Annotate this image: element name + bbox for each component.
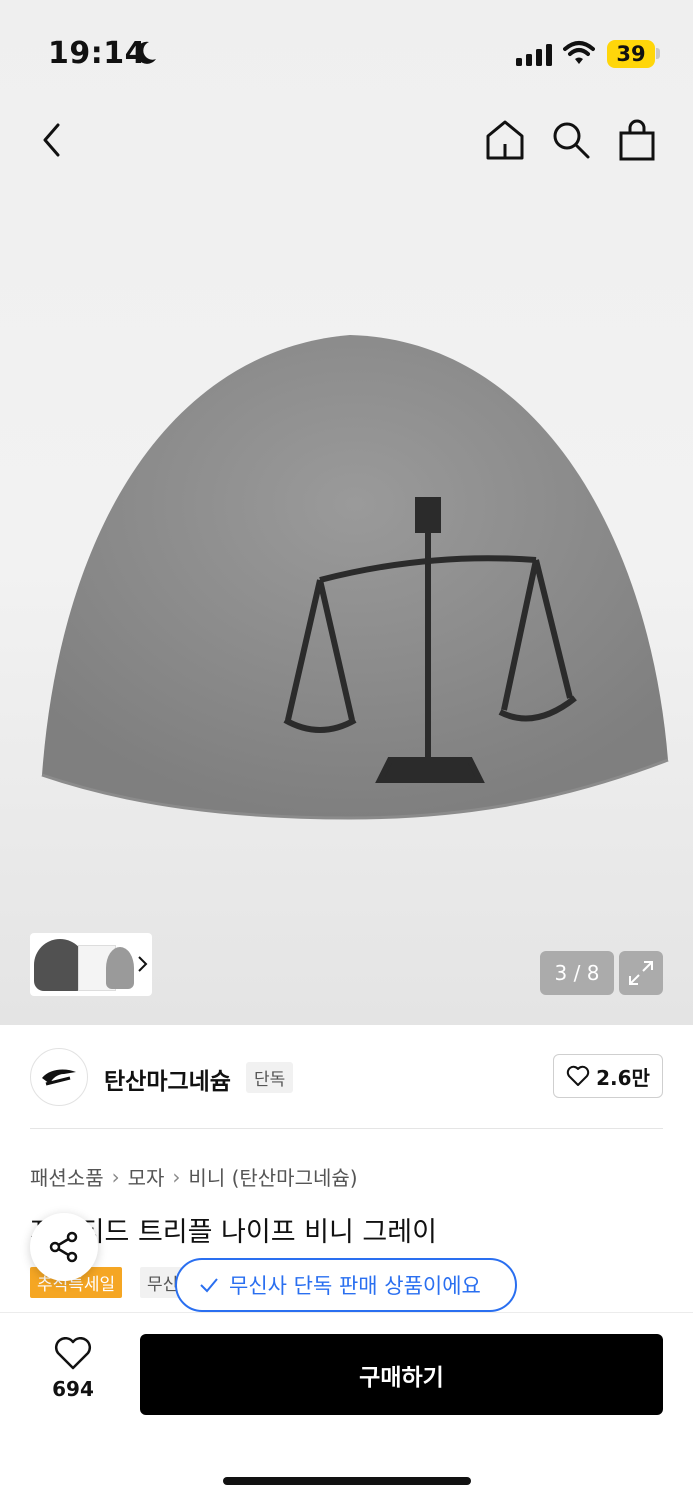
breadcrumb-separator-icon: › <box>172 1164 181 1189</box>
wifi-icon <box>563 41 595 64</box>
brand-logo-mark <box>42 1069 76 1086</box>
breadcrumb-item[interactable]: 모자 <box>128 1162 165 1191</box>
wishlist-count: 694 <box>52 1377 94 1401</box>
chevron-right-icon <box>138 956 148 972</box>
search-icon <box>553 122 590 159</box>
breadcrumb-separator-icon: › <box>111 1164 120 1189</box>
share-icon <box>49 1231 78 1263</box>
signal-icon <box>516 44 552 66</box>
thumbnail-next-button[interactable] <box>130 949 154 979</box>
status-bar: 19:14 39 <box>0 0 693 100</box>
brand-like-count: 2.6만 <box>596 1065 650 1090</box>
shopping-bag-icon <box>619 119 655 161</box>
battery-cap <box>656 48 660 59</box>
image-page-indicator: 3 / 8 <box>540 951 614 995</box>
heart-icon <box>566 1065 590 1086</box>
share-button[interactable] <box>30 1213 98 1281</box>
battery-level: 39 <box>607 40 655 68</box>
brand-logo[interactable] <box>30 1048 88 1106</box>
chevron-left-icon <box>43 123 60 157</box>
moon-icon <box>135 41 156 64</box>
toast-message: 무신사 단독 판매 상품이에요 <box>229 1274 481 1298</box>
product-image <box>41 335 669 820</box>
check-icon <box>200 1278 218 1293</box>
breadcrumb-item[interactable]: 비니 (탄산마그네슘) <box>188 1162 357 1191</box>
expand-image-button[interactable] <box>619 951 663 995</box>
thumbnail-strip[interactable] <box>30 933 152 996</box>
exclusive-tag: 단독 <box>246 1062 294 1093</box>
breadcrumb: 패션소품 › 모자 › 비니 (탄산마그네슘) <box>30 1162 358 1191</box>
wishlist-button[interactable]: 694 <box>40 1337 106 1407</box>
product-gallery[interactable]: 19:14 39 3 / 8 <box>0 0 693 1025</box>
home-icon <box>486 120 524 160</box>
home-indicator <box>223 1477 471 1485</box>
heart-icon <box>55 1337 91 1370</box>
shopping-bag-button[interactable] <box>614 117 660 163</box>
brand-like-button[interactable]: 2.6만 <box>553 1054 663 1098</box>
search-button[interactable] <box>548 117 594 163</box>
divider <box>30 1128 663 1129</box>
brand-name[interactable]: 탄산마그네슘 <box>104 1062 231 1096</box>
expand-icon <box>629 961 653 985</box>
bottom-action-bar: 694 구매하기 <box>0 1312 693 1501</box>
brand-row: 탄산마그네슘 단독 2.6만 <box>30 1048 663 1106</box>
exclusive-toast: 무신사 단독 판매 상품이에요 <box>175 1258 517 1312</box>
buy-button[interactable]: 구매하기 <box>140 1334 663 1415</box>
back-button[interactable] <box>30 118 74 162</box>
breadcrumb-item[interactable]: 패션소품 <box>30 1162 104 1191</box>
home-button[interactable] <box>482 117 528 163</box>
status-time: 19:14 <box>48 36 146 71</box>
